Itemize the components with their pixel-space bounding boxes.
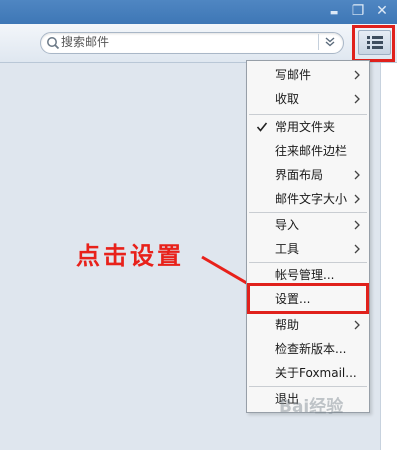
main-dropdown-menu: 写邮件 收取 常用文件夹 往来邮件边栏 界面布局 邮件文字大小 导入 工具 帐号… — [246, 60, 370, 413]
menu-item-help[interactable]: 帮助 — [247, 313, 369, 337]
chevron-right-icon — [354, 94, 360, 104]
close-icon: ✕ — [376, 3, 388, 19]
menu-item-about[interactable]: 关于Foxmail... — [247, 361, 369, 385]
search-options-button[interactable] — [318, 34, 341, 50]
restore-icon: ❐ — [351, 3, 365, 19]
menu-item-check-updates[interactable]: 检查新版本... — [247, 337, 369, 361]
menu-item-compose[interactable]: 写邮件 — [247, 63, 369, 87]
restore-button[interactable]: ❐ — [350, 2, 366, 20]
search-icon — [47, 37, 60, 50]
menu-item-label: 帮助 — [275, 318, 300, 332]
reading-pane-edge — [380, 63, 397, 450]
menu-item-label: 写邮件 — [275, 68, 312, 82]
minimize-button[interactable]: ▬ — [326, 2, 342, 20]
menu-item-receive[interactable]: 收取 — [247, 87, 369, 111]
search-box[interactable] — [40, 32, 344, 54]
menu-item-label: 往来邮件边栏 — [275, 144, 348, 158]
menu-item-font-size[interactable]: 邮件文字大小 — [247, 187, 369, 211]
menu-item-label: 收取 — [275, 92, 300, 106]
menu-item-label: 导入 — [275, 218, 300, 232]
chevron-double-down-icon — [325, 37, 335, 47]
menu-item-label: 检查新版本... — [275, 342, 347, 356]
menu-item-import[interactable]: 导入 — [247, 213, 369, 237]
menu-item-layout[interactable]: 界面布局 — [247, 163, 369, 187]
menu-item-correspondence-sidebar[interactable]: 往来邮件边栏 — [247, 139, 369, 163]
menu-item-label: 关于Foxmail... — [275, 366, 357, 380]
chevron-right-icon — [354, 244, 360, 254]
annotation-label: 点击设置 — [76, 241, 184, 270]
title-bar: ▬ ❐ ✕ — [0, 0, 397, 24]
menu-item-tools[interactable]: 工具 — [247, 237, 369, 261]
toolbar — [0, 24, 397, 63]
checkmark-icon — [256, 122, 268, 132]
chevron-right-icon — [354, 170, 360, 180]
watermark: Bai经验 — [279, 397, 344, 417]
search-input[interactable] — [61, 34, 311, 50]
minimize-icon: ▬ — [329, 8, 339, 18]
highlight-frame-settings — [247, 283, 369, 314]
chevron-right-icon — [354, 220, 360, 230]
menu-item-favorite-folders[interactable]: 常用文件夹 — [247, 115, 369, 139]
menu-item-label: 邮件文字大小 — [275, 192, 348, 206]
chevron-right-icon — [354, 194, 360, 204]
chevron-right-icon — [354, 320, 360, 330]
menu-item-label: 常用文件夹 — [275, 120, 336, 134]
highlight-frame-menu-button — [352, 25, 395, 62]
menu-item-label: 工具 — [275, 242, 300, 256]
chevron-right-icon — [354, 70, 360, 80]
close-window-button[interactable]: ✕ — [374, 2, 390, 20]
menu-item-label: 界面布局 — [275, 168, 324, 182]
